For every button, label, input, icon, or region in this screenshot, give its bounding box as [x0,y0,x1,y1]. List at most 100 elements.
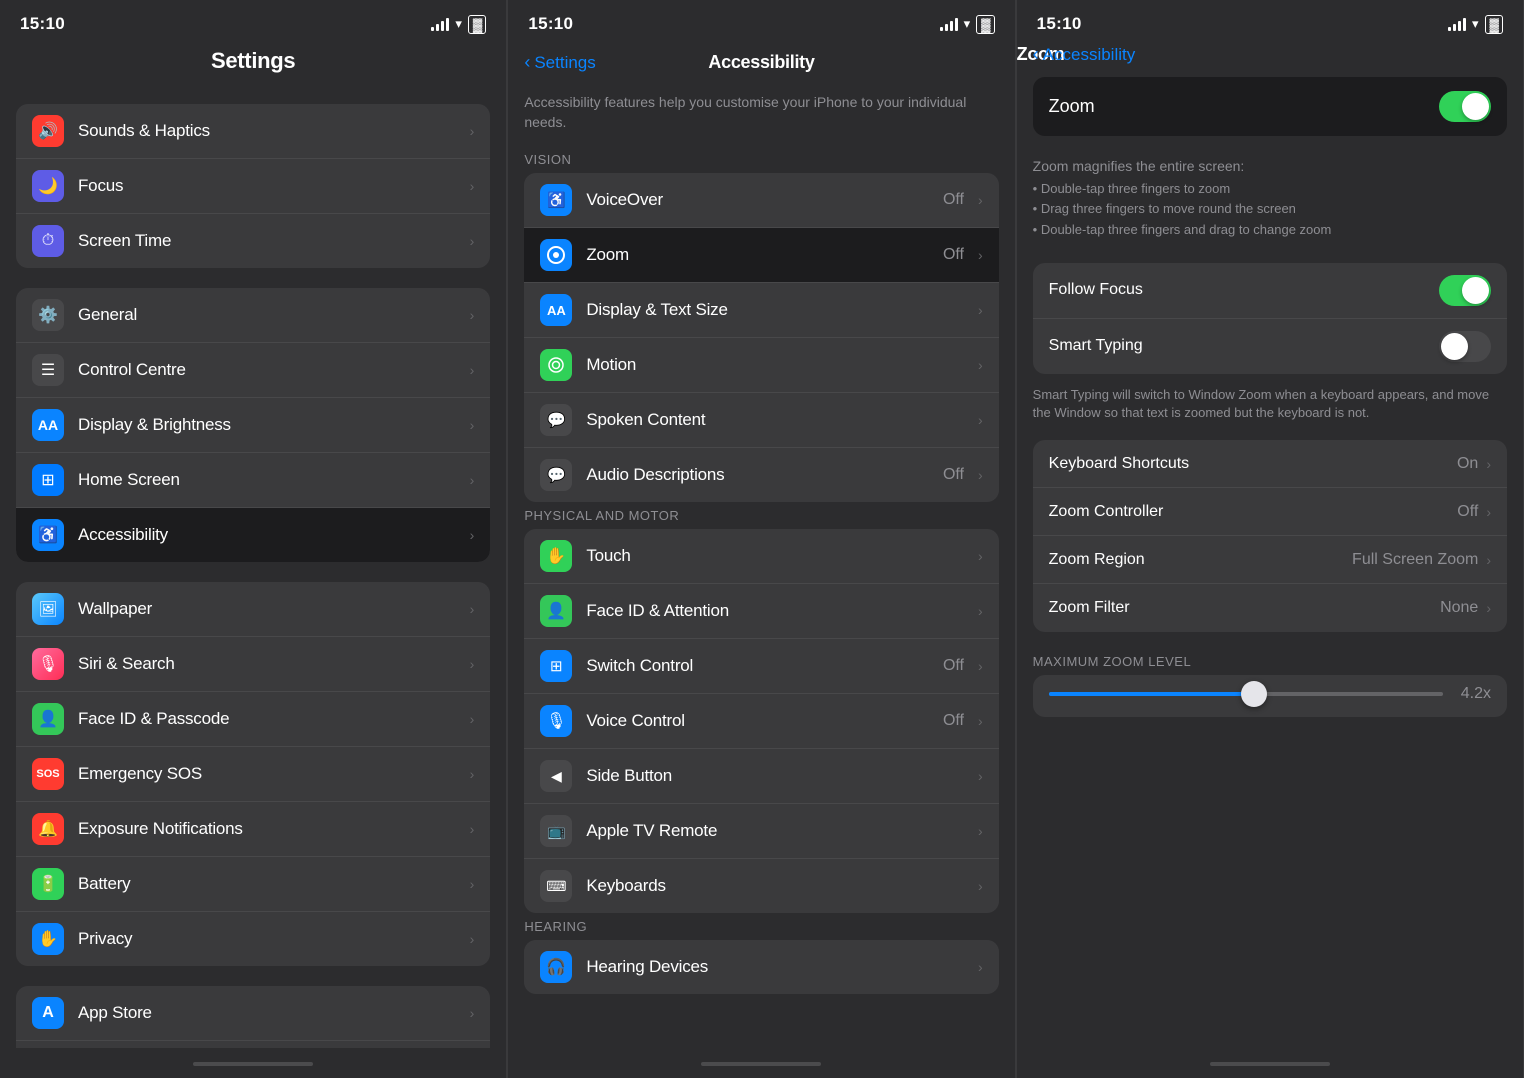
smarttyping-label: Smart Typing [1049,337,1143,355]
motion-icon [540,349,572,381]
zoom-settings-section: Keyboard Shortcuts On › Zoom Controller … [1033,440,1507,632]
zoom-nav-chevron: › [978,247,983,263]
keyboardshortcuts-chevron: › [1486,456,1491,472]
switchcontrol-label: Switch Control [586,656,693,676]
keyboardshortcuts-row[interactable]: Keyboard Shortcuts On › [1033,440,1507,488]
accessibility-item-faceid[interactable]: 👤 Face ID & Attention › [524,584,998,639]
accessibility-item-switchcontrol[interactable]: ⊞ Switch Control Off › [524,639,998,694]
sidebar-item-privacy[interactable]: ✋ Privacy › [16,912,490,966]
section-hearing: HEARING [508,913,1014,940]
section-vision: VISION [508,146,1014,173]
sidebar-item-siri[interactable]: 🎙 Siri & Search › [16,637,490,692]
zoom-toggle-section: Follow Focus Smart Typing [1033,263,1507,374]
sidebar-item-faceid[interactable]: 👤 Face ID & Passcode › [16,692,490,747]
sidebar-item-general[interactable]: ⚙️ General › [16,288,490,343]
zoom-description: Zoom magnifies the entire screen: Double… [1017,148,1523,257]
accessibility-scroll[interactable]: Accessibility features help you customis… [508,85,1014,1048]
zoom-nav-label: Zoom [586,245,629,265]
zoomfilter-row[interactable]: Zoom Filter None › [1033,584,1507,632]
battery-icon-3: ▓ [1485,15,1503,34]
zoom-desc-list: Double-tap three fingers to zoom Drag th… [1033,180,1507,239]
followfocus-toggle[interactable] [1439,275,1491,306]
sidebar-item-sounds[interactable]: 🔊 Sounds & Haptics › [16,104,490,159]
zoom-main-toggle-row: Zoom [1033,77,1507,136]
touch-label: Touch [586,546,630,566]
sidebar-item-screentime[interactable]: ⏱ Screen Time › [16,214,490,268]
zoom-desc-item-2: Drag three fingers to move round the scr… [1033,200,1507,218]
accessibility-item-voicecontrol[interactable]: 🎙 Voice Control Off › [524,694,998,749]
zoomcontroller-row[interactable]: Zoom Controller Off › [1033,488,1507,536]
accessibility-item-audiodesc[interactable]: 💬 Audio Descriptions Off › [524,448,998,502]
settings-group-1: 🔊 Sounds & Haptics › 🌙 Focus › [0,86,506,268]
sidebar-item-homescreen[interactable]: ⊞ Home Screen › [16,453,490,508]
emergencysos-label: Emergency SOS [78,764,202,784]
sidebar-item-appstore[interactable]: A App Store › [16,986,490,1041]
appstore-icon: A [32,997,64,1029]
zoomregion-chevron: › [1486,552,1491,568]
audiodesc-value: Off [943,466,964,484]
switchcontrol-value: Off [943,657,964,675]
accessibility-item-touch[interactable]: ✋ Touch › [524,529,998,584]
sounds-label: Sounds & Haptics [78,121,210,141]
sidebar-item-controlcentre[interactable]: ☰ Control Centre › [16,343,490,398]
sidebar-item-displaybrightness[interactable]: AA Display & Brightness › [16,398,490,453]
back-chevron-icon: ‹ [524,52,530,73]
zoom-scroll[interactable]: Zoom Zoom magnifies the entire screen: D… [1017,65,1523,1048]
settings-scroll[interactable]: 🔊 Sounds & Haptics › 🌙 Focus › [0,86,506,1048]
accessibility-item-spokencontent[interactable]: 💬 Spoken Content › [524,393,998,448]
appletvremote-icon: 📺 [540,815,572,847]
back-to-accessibility[interactable]: ‹ Accessibility [1033,44,1136,65]
switchcontrol-icon: ⊞ [540,650,572,682]
siri-icon: 🎙 [32,648,64,680]
status-icons-3: ▾ ▓ [1448,15,1503,34]
zoomfilter-chevron: › [1486,600,1491,616]
smarttyping-row[interactable]: Smart Typing [1033,319,1507,374]
accessibility-nav-header: ‹ Settings Accessibility [508,44,1014,85]
panel1-title: Settings [0,44,506,86]
zoomregion-row[interactable]: Zoom Region Full Screen Zoom › [1033,536,1507,584]
emergencysos-icon: SOS [32,758,64,790]
zoomcontroller-chevron: › [1486,504,1491,520]
battery-icon-1: ▓ [468,15,486,34]
zoom-slider-track[interactable] [1049,692,1443,696]
accessibility-item-sidebutton[interactable]: ◀ Side Button › [524,749,998,804]
back-to-settings[interactable]: ‹ Settings [524,52,595,73]
vision-section: ♿ VoiceOver Off › [524,173,998,502]
sidebar-item-emergencysos[interactable]: SOS Emergency SOS › [16,747,490,802]
sidebar-item-exposure[interactable]: 🔔 Exposure Notifications › [16,802,490,857]
back-chevron-icon-3: ‹ [1033,44,1039,65]
sidebar-item-accessibility[interactable]: ♿ Accessibility › [16,508,490,562]
screentime-label: Screen Time [78,231,171,251]
zoomregion-label: Zoom Region [1049,551,1145,569]
voiceover-icon: ♿ [540,184,572,216]
touch-icon: ✋ [540,540,572,572]
bottom-bar-3 [1017,1048,1523,1078]
faceid-acc-icon: 👤 [540,595,572,627]
signal-icon-1 [431,18,449,31]
sidebar-item-focus[interactable]: 🌙 Focus › [16,159,490,214]
accessibility-item-appletvremote[interactable]: 📺 Apple TV Remote › [524,804,998,859]
wallpaper-icon: 🖼 [32,593,64,625]
smarttyping-description: Smart Typing will switch to Window Zoom … [1017,380,1523,434]
zoom-slider-thumb[interactable] [1241,681,1267,707]
zoom-toggle-thumb [1462,93,1489,120]
sidebar-item-battery[interactable]: 🔋 Battery › [16,857,490,912]
accessibility-item-keyboards[interactable]: ⌨ Keyboards › [524,859,998,913]
accessibility-item-voiceover[interactable]: ♿ VoiceOver Off › [524,173,998,228]
scroll-indicator-1 [193,1062,313,1066]
motion-label: Motion [586,355,636,375]
accessibility-item-displaytextsize[interactable]: AA Display & Text Size › [524,283,998,338]
followfocus-row[interactable]: Follow Focus [1033,263,1507,319]
sidebar-item-wallpaper[interactable]: 🖼 Wallpaper › [16,582,490,637]
faceid-acc-label: Face ID & Attention [586,601,729,621]
accessibility-item-zoom[interactable]: Zoom Off › [524,228,998,283]
accessibility-item-motion[interactable]: Motion › [524,338,998,393]
zoom-toggle[interactable] [1439,91,1491,122]
smarttyping-toggle[interactable] [1439,331,1491,362]
zoom-nav-value: Off [943,246,964,264]
status-bar-2: 15:10 ▾ ▓ [508,0,1014,44]
accessibility-item-hearingdevices[interactable]: 🎧 Hearing Devices › [524,940,998,994]
sidebar-item-wallet[interactable]: 💳 Wallet › [16,1041,490,1048]
followfocus-toggle-thumb [1462,277,1489,304]
battery-icon-2: ▓ [976,15,994,34]
